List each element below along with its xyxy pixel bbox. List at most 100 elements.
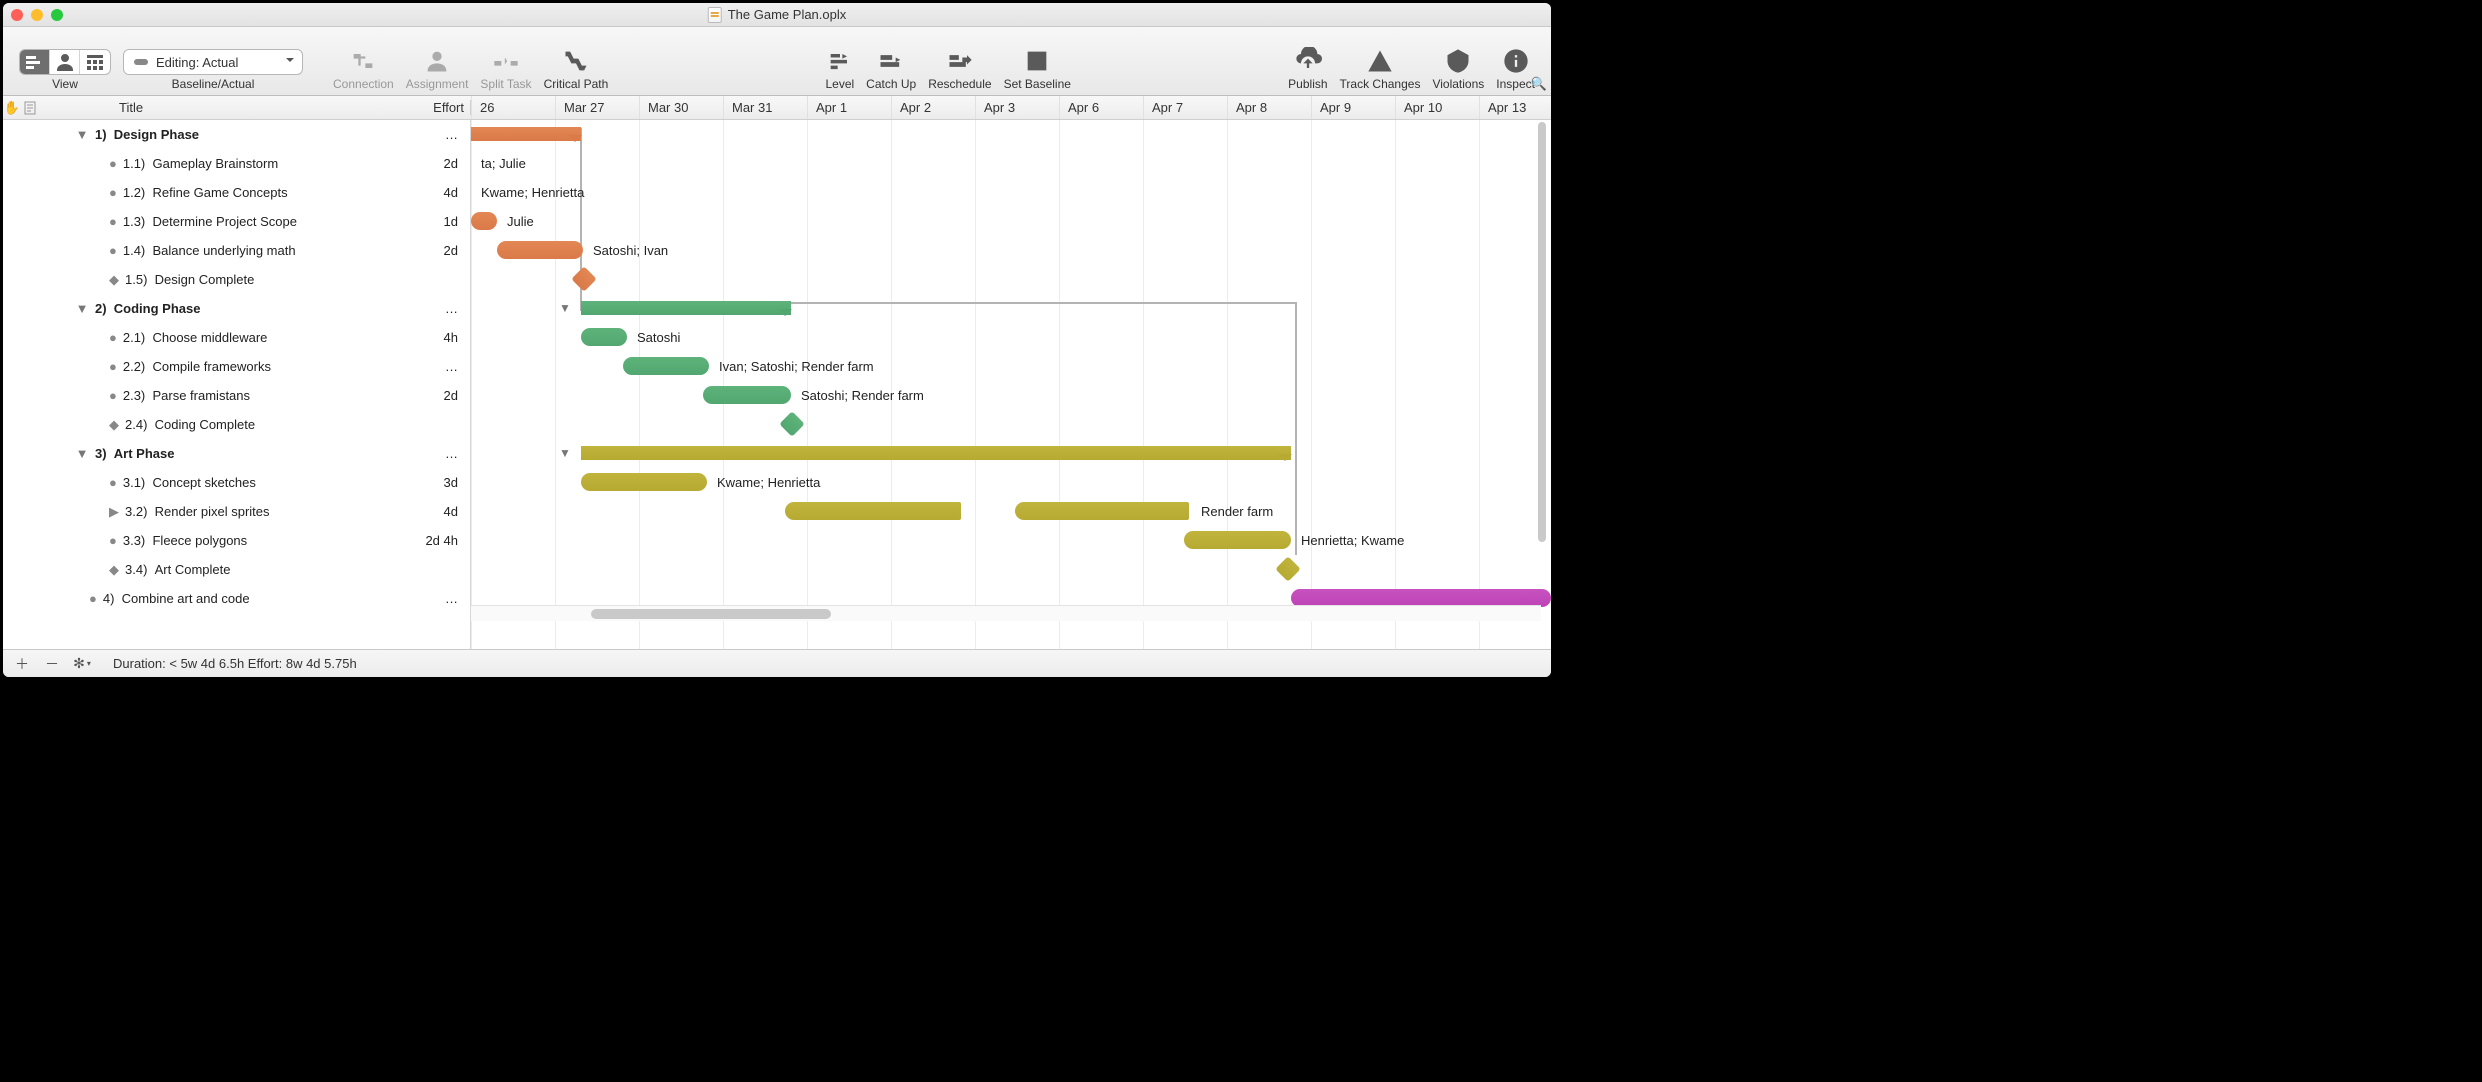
phase-bar[interactable] [581,301,791,315]
close-window-icon[interactable] [11,9,23,21]
gantt-row[interactable]: Kwame; Henrietta [471,468,1551,497]
task-bar[interactable] [497,241,583,259]
outline-row[interactable]: ●1.2) Refine Game Concepts4d [3,178,470,207]
phase-bar[interactable] [581,446,1291,460]
view-resource-button[interactable] [50,50,80,74]
task-bar[interactable] [471,212,497,230]
baseline-actual-dropdown[interactable]: Editing: Actual [123,49,303,75]
date-column[interactable]: Apr 13 [1479,96,1551,119]
violations-button[interactable]: Violations [1426,27,1490,91]
task-bar[interactable] [1184,531,1291,549]
outline-row[interactable]: ●3.3) Fleece polygons2d 4h [3,526,470,555]
date-column[interactable]: Apr 3 [975,96,1059,119]
catch-up-button[interactable]: Catch Up [860,27,922,91]
date-column[interactable]: Mar 27 [555,96,639,119]
outline-row[interactable]: ●2.1) Choose middleware4h [3,323,470,352]
critical-path-button[interactable]: Critical Path [538,27,615,91]
level-button[interactable]: Level [819,27,860,91]
horizontal-scrollbar-thumb[interactable] [591,609,831,619]
zoom-icon[interactable]: 🔍 [1531,76,1547,92]
gantt-row[interactable]: ▼ [471,439,1551,468]
outline-row[interactable]: ●2.3) Parse framistans2d [3,381,470,410]
date-column[interactable]: 26 [471,96,555,119]
phase-disclosure-icon[interactable]: ▼ [559,446,571,460]
split-task-button[interactable]: Split Task [474,27,537,91]
outline-row[interactable]: ▼2) Coding Phase… [3,294,470,323]
gantt-row[interactable]: Satoshi; Render farm [471,381,1551,410]
outline-row[interactable]: ●3.1) Concept sketches3d [3,468,470,497]
assignment-button[interactable]: Assignment [400,27,475,91]
task-outline[interactable]: ▼1) Design Phase…●1.1) Gameplay Brainsto… [3,120,471,649]
add-button[interactable]: ＋ [9,654,35,674]
task-bar-segment[interactable] [785,502,961,520]
date-column[interactable]: Apr 7 [1143,96,1227,119]
outline-row[interactable]: ●1.1) Gameplay Brainstorm2d [3,149,470,178]
vertical-scrollbar[interactable] [1536,120,1548,621]
reschedule-button[interactable]: Reschedule [922,27,997,91]
gantt-row[interactable]: Julie [471,207,1551,236]
horizontal-scrollbar[interactable] [471,605,1541,621]
outline-row[interactable]: ▼1) Design Phase… [3,120,470,149]
disclosure-triangle-icon[interactable]: ▼ [75,446,89,461]
zoom-window-icon[interactable] [51,9,63,21]
connection-button[interactable]: Connection [327,27,400,91]
outline-row[interactable]: ◆1.5) Design Complete [3,265,470,294]
remove-button[interactable]: － [39,654,65,674]
action-menu-button[interactable]: ✻▾ [69,654,95,674]
milestone-diamond[interactable] [779,411,804,436]
outline-row[interactable]: ●1.4) Balance underlying math2d [3,236,470,265]
publish-button[interactable]: Publish [1282,27,1333,91]
disclosure-triangle-icon[interactable]: ▼ [75,127,89,142]
outline-row[interactable]: ▶3.2) Render pixel sprites4d [3,497,470,526]
set-baseline-button[interactable]: Set Baseline [998,27,1077,91]
gantt-row[interactable]: ta; Julie [471,149,1551,178]
hand-column-icon[interactable]: ✋ [3,100,21,116]
outline-row[interactable]: ◆3.4) Art Complete [3,555,470,584]
phase-disclosure-icon[interactable]: ▼ [559,301,571,315]
gantt-row[interactable]: Henrietta; Kwame [471,526,1551,555]
gantt-row[interactable] [471,410,1551,439]
gantt-row[interactable] [471,120,1551,149]
title-column-header[interactable]: Title [39,100,423,115]
phase-bar[interactable] [471,127,581,141]
outline-row[interactable]: ●1.3) Determine Project Scope1d [3,207,470,236]
task-bar-segment[interactable] [1015,502,1189,520]
gantt-row[interactable]: Render farm [471,497,1551,526]
gantt-row[interactable]: ▼ [471,294,1551,323]
gantt-row[interactable]: Satoshi [471,323,1551,352]
gantt-row[interactable]: Ivan; Satoshi; Render farm [471,352,1551,381]
date-column[interactable]: Mar 30 [639,96,723,119]
task-bar[interactable] [581,328,627,346]
date-column[interactable]: Apr 10 [1395,96,1479,119]
date-column[interactable]: Mar 31 [723,96,807,119]
gantt-row[interactable] [471,265,1551,294]
track-changes-button[interactable]: Track Changes [1334,27,1427,91]
view-segmented-control[interactable] [19,49,111,75]
gantt-row[interactable]: Satoshi; Ivan [471,236,1551,265]
date-column[interactable]: Apr 6 [1059,96,1143,119]
outline-row[interactable]: ●4) Combine art and code… [3,584,470,613]
outline-row[interactable]: ●2.2) Compile frameworks… [3,352,470,381]
date-column[interactable]: Apr 2 [891,96,975,119]
task-bar[interactable] [623,357,709,375]
task-bar[interactable] [703,386,791,404]
effort-column-header[interactable]: Effort [423,100,471,115]
date-column[interactable]: Apr 9 [1311,96,1395,119]
minimize-window-icon[interactable] [31,9,43,21]
outline-row[interactable]: ◆2.4) Coding Complete [3,410,470,439]
vertical-scrollbar-thumb[interactable] [1538,122,1546,542]
outline-row[interactable]: ▼3) Art Phase… [3,439,470,468]
note-column-icon[interactable] [21,101,39,115]
gantt-row[interactable] [471,555,1551,584]
task-bar[interactable] [581,473,707,491]
date-column[interactable]: Apr 8 [1227,96,1311,119]
view-calendar-button[interactable] [80,50,110,74]
milestone-diamond[interactable] [1275,556,1300,581]
disclosure-triangle-icon[interactable]: ▼ [75,301,89,316]
timeline-header[interactable]: 🔍 26Mar 27Mar 30Mar 31Apr 1Apr 2Apr 3Apr… [471,96,1551,119]
gantt-row[interactable]: Kwame; Henrietta [471,178,1551,207]
gantt-chart[interactable]: ta; JulieKwame; HenriettaJulieSatoshi; I… [471,120,1551,649]
date-column[interactable]: Apr 1 [807,96,891,119]
milestone-diamond[interactable] [571,266,596,291]
view-gantt-button[interactable] [20,50,50,74]
